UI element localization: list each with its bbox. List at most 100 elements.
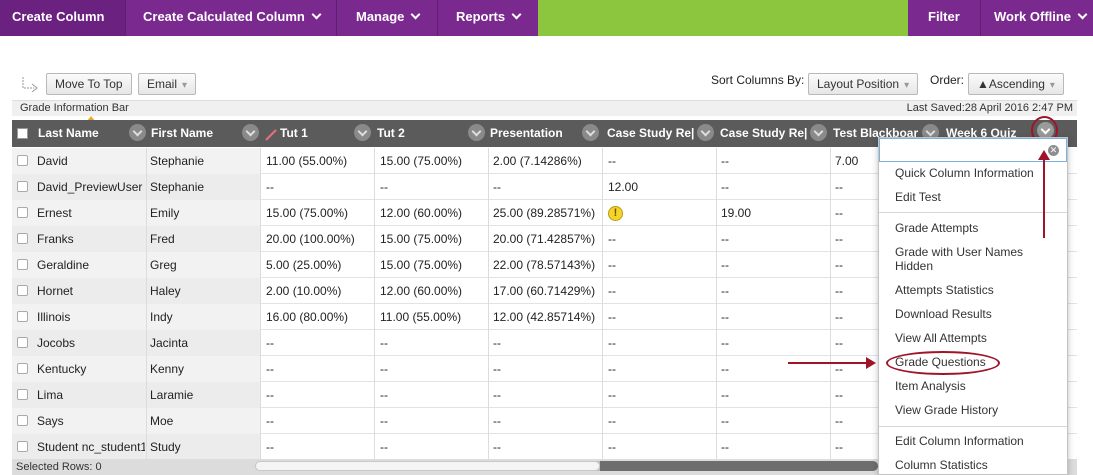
- grade-cell[interactable]: 16.00 (80.00%): [262, 304, 372, 330]
- menu-item-view-all-attempts[interactable]: View All Attempts: [895, 331, 987, 345]
- grade-cell[interactable]: 15.00 (75.00%): [376, 148, 486, 174]
- grade-cell[interactable]: --: [717, 434, 829, 460]
- grade-cell[interactable]: --: [717, 148, 829, 174]
- header-case-study-2[interactable]: Case Study Re|: [714, 120, 810, 147]
- row-checkbox[interactable]: [17, 389, 28, 400]
- header-presentation[interactable]: Presentation: [484, 120, 594, 147]
- grade-cell[interactable]: --: [262, 382, 372, 408]
- header-last-name[interactable]: Last Name: [32, 120, 144, 147]
- grade-cell[interactable]: --: [831, 252, 878, 278]
- create-calculated-column-menu[interactable]: Create Calculated Column: [131, 0, 332, 36]
- menu-search-field[interactable]: [879, 138, 1067, 162]
- grade-cell[interactable]: --: [717, 278, 829, 304]
- column-menu-chevron-icon[interactable]: [810, 124, 827, 141]
- column-menu-chevron-icon[interactable]: [242, 124, 259, 141]
- row-checkbox[interactable]: [17, 311, 28, 322]
- grade-cell[interactable]: --: [489, 434, 603, 460]
- row-checkbox[interactable]: [17, 441, 28, 452]
- grade-cell[interactable]: --: [831, 382, 878, 408]
- header-first-name[interactable]: First Name: [145, 120, 240, 147]
- row-checkbox[interactable]: [17, 363, 28, 374]
- grade-cell[interactable]: --: [717, 356, 829, 382]
- grade-cell[interactable]: --: [262, 330, 372, 356]
- grade-cell[interactable]: 19.00: [717, 200, 829, 226]
- grade-cell[interactable]: --: [604, 278, 716, 304]
- grade-cell[interactable]: --: [489, 408, 603, 434]
- grade-cell[interactable]: --: [376, 408, 486, 434]
- grade-cell[interactable]: --: [717, 174, 829, 200]
- sort-columns-select[interactable]: Layout Position ▾: [808, 73, 919, 95]
- menu-item-edit-test[interactable]: Edit Test: [895, 190, 941, 204]
- grade-cell[interactable]: --: [831, 226, 878, 252]
- grade-cell[interactable]: --: [831, 356, 878, 382]
- grade-cell[interactable]: --: [831, 200, 878, 226]
- grade-cell[interactable]: --: [262, 408, 372, 434]
- grade-cell[interactable]: --: [489, 382, 603, 408]
- grade-cell[interactable]: --: [831, 278, 878, 304]
- grade-cell[interactable]: --: [831, 408, 878, 434]
- grade-cell[interactable]: --: [604, 330, 716, 356]
- grade-cell[interactable]: --: [262, 356, 372, 382]
- work-offline-menu[interactable]: Work Offline: [982, 0, 1093, 36]
- grade-cell[interactable]: 12.00 (42.85714%): [489, 304, 603, 330]
- grade-cell[interactable]: --: [376, 382, 486, 408]
- reports-menu[interactable]: Reports: [444, 0, 532, 36]
- menu-item-column-statistics[interactable]: Column Statistics: [895, 458, 988, 472]
- needs-grading-cell[interactable]: !: [604, 200, 716, 226]
- row-checkbox[interactable]: [17, 207, 28, 218]
- grade-cell[interactable]: --: [717, 252, 829, 278]
- grade-cell[interactable]: 12.00 (60.00%): [376, 200, 486, 226]
- grade-cell[interactable]: --: [262, 174, 372, 200]
- grade-cell[interactable]: --: [831, 304, 878, 330]
- grade-cell[interactable]: --: [376, 356, 486, 382]
- row-checkbox[interactable]: [17, 415, 28, 426]
- grade-cell[interactable]: --: [604, 226, 716, 252]
- menu-item-quick-column-information[interactable]: Quick Column Information: [895, 166, 1034, 180]
- create-column-button[interactable]: Create Column: [0, 0, 125, 36]
- header-tut2[interactable]: Tut 2: [371, 120, 466, 147]
- header-case-study-1[interactable]: Case Study Re|: [601, 120, 697, 147]
- menu-item-view-grade-history[interactable]: View Grade History: [895, 403, 998, 417]
- menu-item-attempts-statistics[interactable]: Attempts Statistics: [895, 283, 994, 297]
- grade-cell[interactable]: 15.00 (75.00%): [376, 226, 486, 252]
- grade-cell[interactable]: 15.00 (75.00%): [376, 252, 486, 278]
- menu-item-grade-attempts[interactable]: Grade Attempts: [895, 221, 978, 235]
- grade-cell[interactable]: 25.00 (89.28571%): [489, 200, 603, 226]
- close-icon[interactable]: ✕: [1048, 145, 1059, 156]
- select-all-checkbox[interactable]: [17, 128, 28, 139]
- grade-cell[interactable]: 2.00 (10.00%): [262, 278, 372, 304]
- grade-cell[interactable]: --: [717, 382, 829, 408]
- grade-cell[interactable]: 20.00 (71.42857%): [489, 226, 603, 252]
- grade-cell[interactable]: --: [489, 174, 603, 200]
- needs-grading-icon[interactable]: !: [608, 206, 623, 222]
- menu-item-item-analysis[interactable]: Item Analysis: [895, 379, 966, 393]
- header-tut1[interactable]: Tut 1: [274, 120, 354, 147]
- grade-cell[interactable]: --: [376, 434, 486, 460]
- grade-cell[interactable]: 2.00 (7.14286%): [489, 148, 603, 174]
- grade-cell[interactable]: --: [717, 226, 829, 252]
- menu-item-edit-column-information[interactable]: Edit Column Information: [895, 434, 1024, 448]
- grade-cell[interactable]: --: [604, 408, 716, 434]
- grade-cell[interactable]: --: [604, 252, 716, 278]
- grade-cell[interactable]: 12.00 (60.00%): [376, 278, 486, 304]
- order-select[interactable]: ▲Ascending ▾: [968, 73, 1064, 95]
- row-checkbox[interactable]: [17, 259, 28, 270]
- grade-cell[interactable]: --: [604, 148, 716, 174]
- grade-cell[interactable]: 5.00 (25.00%): [262, 252, 372, 278]
- grade-cell[interactable]: --: [717, 304, 829, 330]
- column-menu-chevron-icon[interactable]: [582, 124, 599, 141]
- grade-cell[interactable]: --: [489, 356, 603, 382]
- email-button[interactable]: Email ▾: [138, 73, 197, 95]
- grade-cell[interactable]: --: [831, 330, 878, 356]
- grade-cell[interactable]: 20.00 (100.00%): [262, 226, 372, 252]
- row-checkbox[interactable]: [17, 233, 28, 244]
- manage-menu[interactable]: Manage: [344, 0, 431, 36]
- grade-cell[interactable]: --: [604, 356, 716, 382]
- grade-cell[interactable]: 12.00: [604, 174, 716, 200]
- menu-item-download-results[interactable]: Download Results: [895, 307, 992, 321]
- grade-cell[interactable]: --: [717, 408, 829, 434]
- grade-cell[interactable]: 7.00: [831, 148, 878, 174]
- column-menu-chevron-icon[interactable]: [354, 124, 371, 141]
- column-menu-chevron-icon[interactable]: [468, 124, 485, 141]
- grade-cell[interactable]: 17.00 (60.71429%): [489, 278, 603, 304]
